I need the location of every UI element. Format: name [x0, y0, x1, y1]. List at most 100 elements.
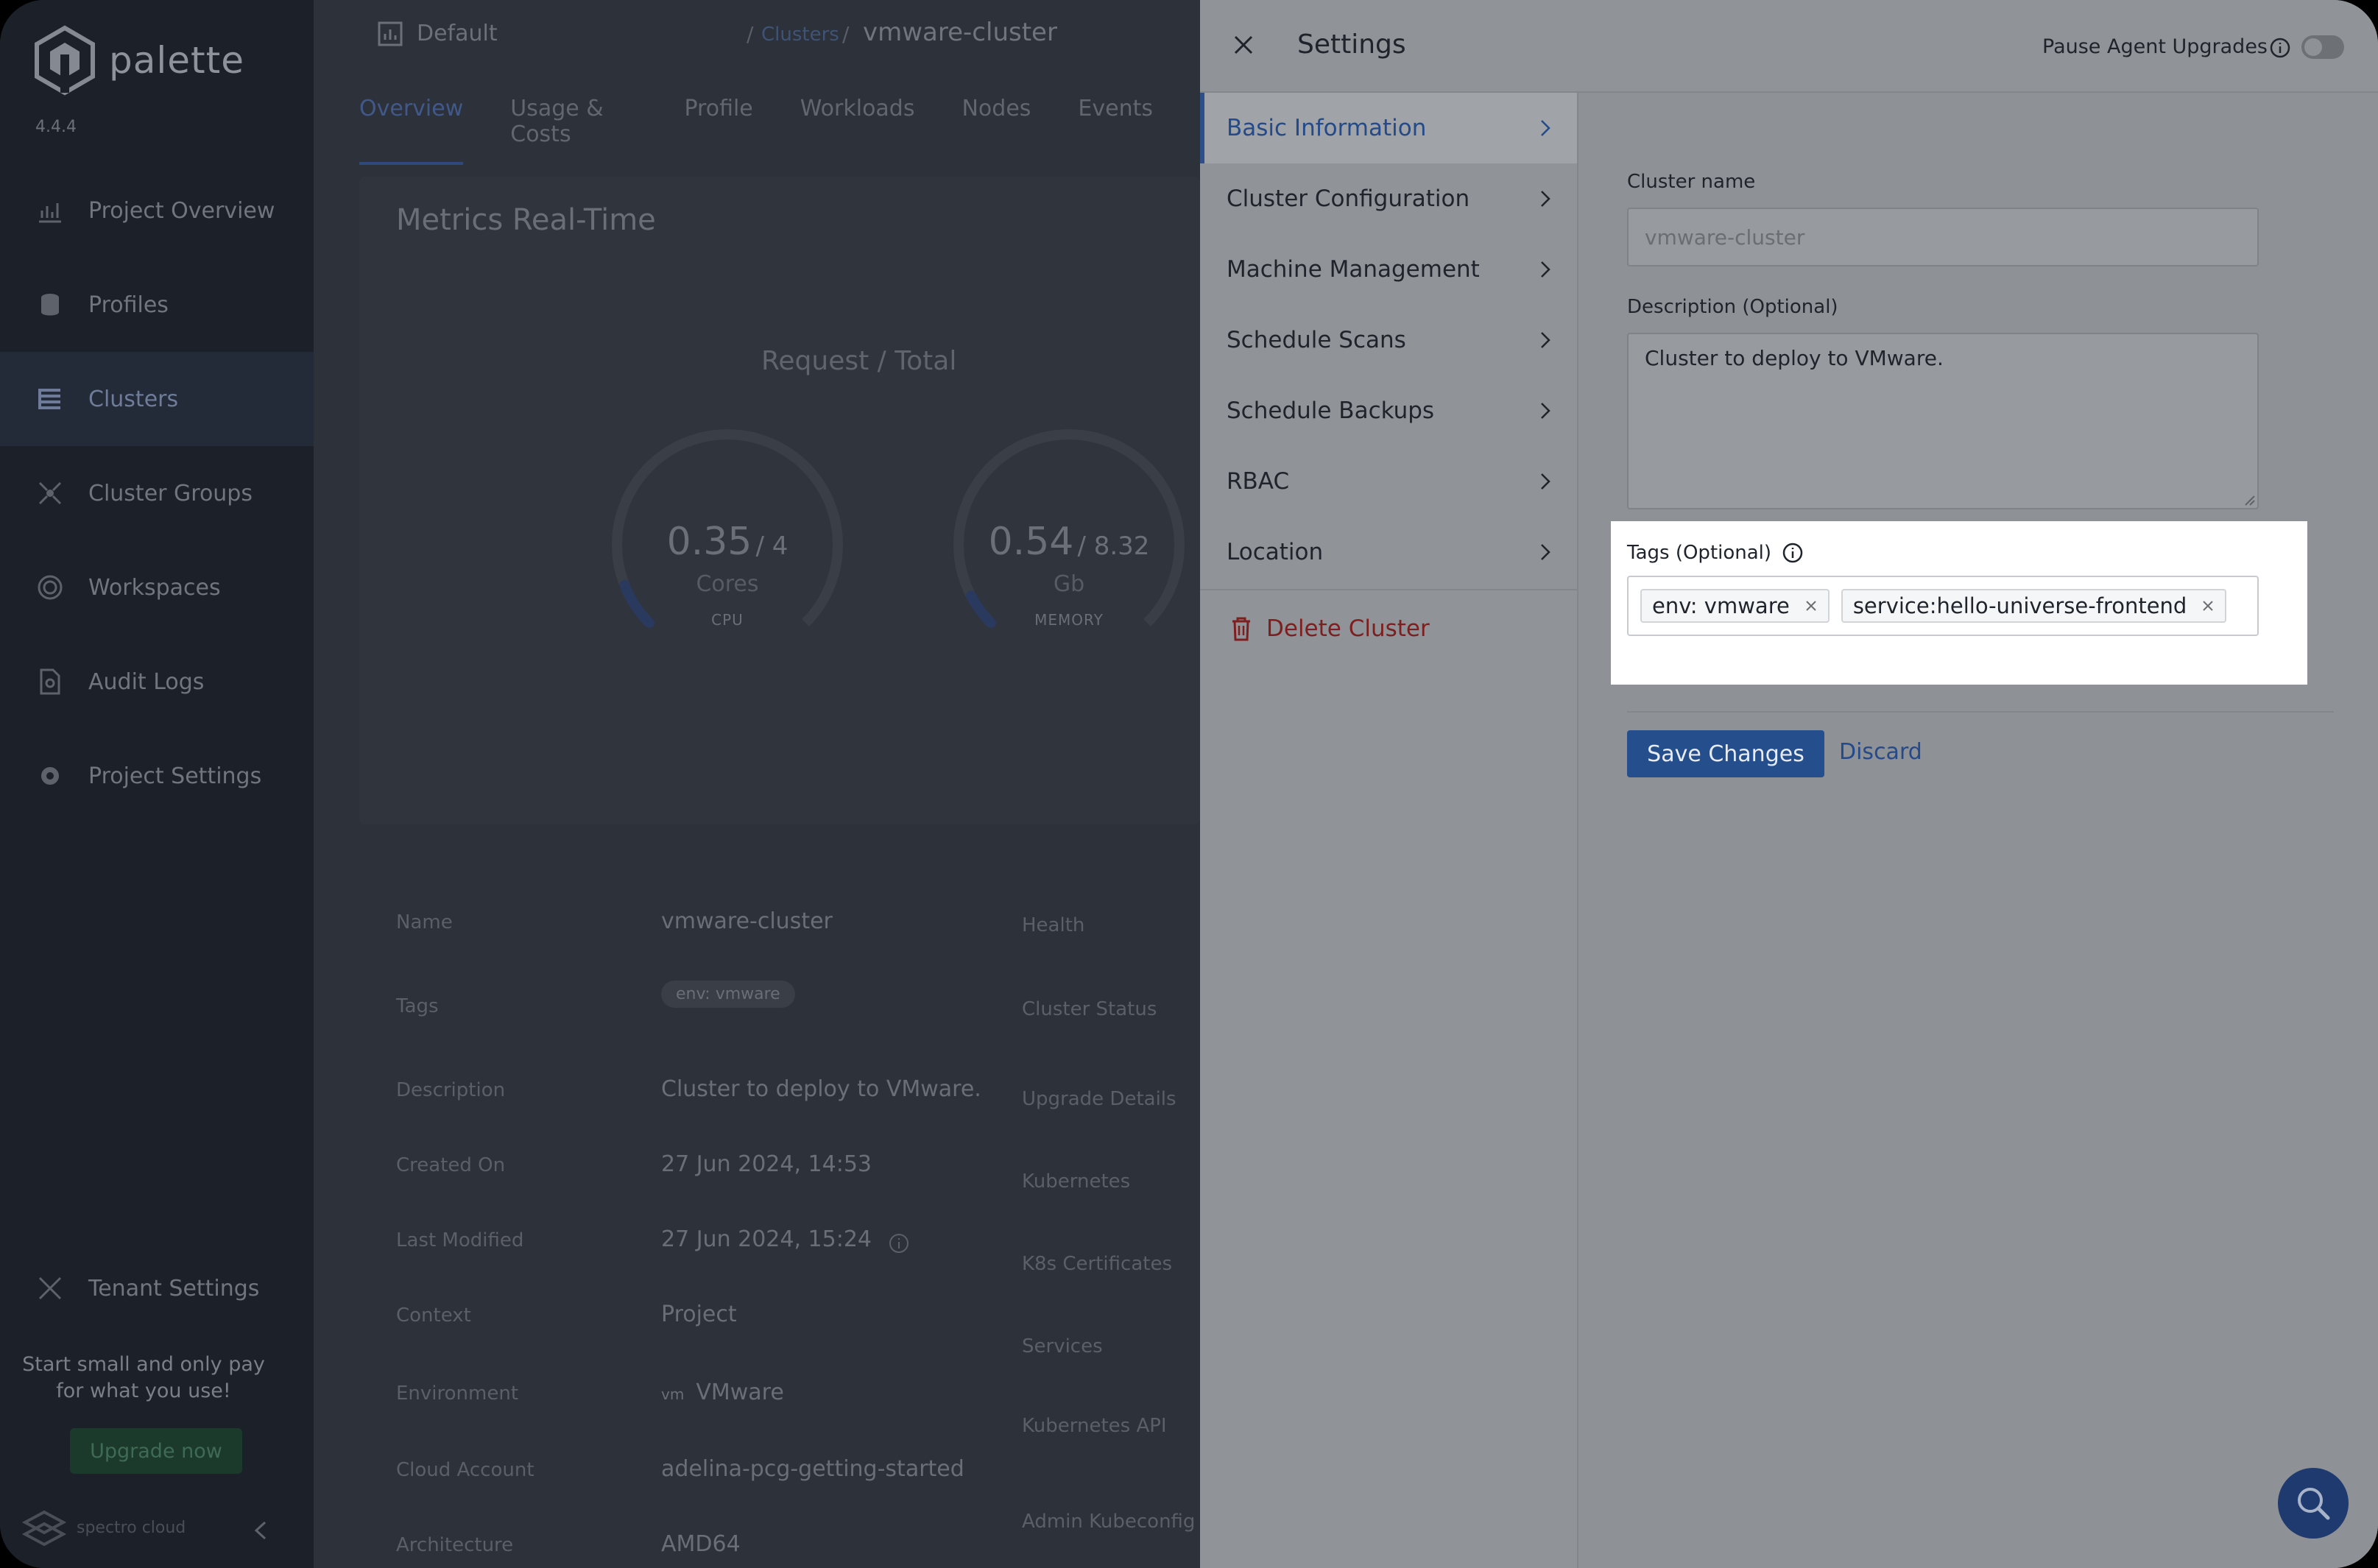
breadcrumb-current: vmware-cluster — [863, 18, 1057, 47]
detail-key: Context — [396, 1304, 471, 1327]
promo-line: for what you use! — [56, 1380, 231, 1402]
tag-chip-text: service:hello-universe-frontend — [1852, 593, 2187, 618]
menu-schedule-scans[interactable]: Schedule Scans — [1200, 305, 1577, 375]
version-label: 4.4.4 — [35, 118, 77, 136]
metrics-title: Metrics Real-Time — [396, 203, 656, 237]
detail-key-services: Services — [1022, 1335, 1103, 1357]
main-content: Default / Clusters / vmware-cluster Over… — [314, 0, 1213, 1568]
memory-value: 0.54 / 8.32 — [936, 520, 1202, 564]
menu-basic-information[interactable]: Basic Information — [1200, 93, 1577, 163]
tag-chip-text: env: vmware — [1652, 593, 1790, 618]
sidebar-item-profiles[interactable]: Profiles — [0, 258, 314, 352]
tab-overview[interactable]: Overview — [359, 96, 464, 165]
upgrade-button[interactable]: Upgrade now — [70, 1428, 242, 1474]
menu-location[interactable]: Location — [1200, 517, 1577, 587]
menu-label: RBAC — [1227, 468, 1290, 495]
description-input[interactable] — [1627, 333, 2259, 509]
project-selector[interactable]: Default — [417, 21, 498, 46]
request-total-label: Request / Total — [761, 346, 957, 376]
sidebar-item-label: Tenant Settings — [88, 1275, 260, 1302]
metrics-card: Metrics Real-Time Request / Total 0.35 /… — [359, 177, 1200, 824]
cpu-unit: Cores — [696, 571, 759, 597]
detail-value: adelina-pcg-getting-started — [661, 1456, 964, 1482]
chevron-right-icon — [1541, 403, 1550, 419]
info-icon[interactable] — [2269, 37, 2291, 59]
tags-label-row: Tags (Optional) — [1627, 542, 1804, 564]
detail-key: Name — [396, 911, 453, 933]
sidebar-item-project-settings[interactable]: Project Settings — [0, 729, 314, 823]
detail-row-tags: Tags env: vmware — [396, 981, 795, 1017]
info-icon[interactable] — [888, 1232, 910, 1254]
brand-name: palette — [109, 39, 245, 82]
info-icon[interactable] — [1782, 542, 1804, 564]
detail-key: Description — [396, 1079, 506, 1101]
tab-workloads[interactable]: Workloads — [800, 96, 915, 165]
chevron-left-icon[interactable] — [250, 1519, 272, 1541]
tab-events[interactable]: Events — [1078, 96, 1153, 165]
detail-row-created: Created On 27 Jun 2024, 14:53 — [396, 1151, 872, 1177]
sidebar-item-cluster-groups[interactable]: Cluster Groups — [0, 446, 314, 540]
menu-cluster-configuration[interactable]: Cluster Configuration — [1200, 163, 1577, 234]
sidebar-item-project-overview[interactable]: Project Overview — [0, 163, 314, 258]
pause-agent-upgrades-toggle[interactable] — [2301, 35, 2344, 59]
sidebar-item-tenant-settings[interactable]: Tenant Settings — [0, 1241, 314, 1335]
remove-tag-icon[interactable] — [1804, 599, 1818, 612]
detail-key-kubernetes-api: Kubernetes API — [1022, 1415, 1167, 1437]
delete-cluster-button[interactable]: Delete Cluster — [1229, 615, 1430, 642]
drawer-title: Settings — [1297, 29, 1406, 60]
menu-schedule-backups[interactable]: Schedule Backups — [1200, 375, 1577, 446]
sidebar-item-audit-logs[interactable]: Audit Logs — [0, 635, 314, 729]
detail-value: 27 Jun 2024, 14:53 — [661, 1151, 872, 1177]
cpu-total: / 4 — [755, 532, 788, 561]
cluster-tabs: Overview Usage & Costs Profile Workloads… — [359, 96, 1200, 165]
footer-brand: spectro cloud — [22, 1509, 186, 1546]
basic-information-form: Cluster name vmware-cluster Description … — [1580, 93, 2378, 1568]
tag-chip: service:hello-universe-frontend — [1841, 589, 2227, 623]
cluster-name-input[interactable]: vmware-cluster — [1627, 208, 2259, 266]
save-changes-button[interactable]: Save Changes — [1627, 730, 1824, 777]
detail-key-kubernetes: Kubernetes — [1022, 1170, 1131, 1193]
breadcrumb-clusters-link[interactable]: Clusters — [761, 24, 839, 46]
detail-row-cloud-account: Cloud Account adelina-pcg-getting-starte… — [396, 1456, 964, 1482]
description-label: Description (Optional) — [1627, 296, 1838, 318]
detail-value: Cluster to deploy to VMware. — [661, 1076, 981, 1102]
tab-usage-costs[interactable]: Usage & Costs — [510, 96, 637, 165]
sidebar-nav: Project Overview Profiles Clusters Clust… — [0, 163, 314, 823]
tab-nodes[interactable]: Nodes — [962, 96, 1031, 165]
close-icon[interactable] — [1231, 32, 1256, 57]
detail-key: Created On — [396, 1154, 506, 1176]
discard-button[interactable]: Discard — [1839, 739, 1922, 765]
sidebar-item-label: Clusters — [88, 386, 179, 412]
cpu-gauge: 0.35 / 4 Cores CPU — [595, 427, 860, 663]
memory-gauge: 0.54 / 8.32 Gb MEMORY — [936, 427, 1202, 663]
tags-section: Tags (Optional) env: vmware service:hell… — [1611, 521, 2307, 685]
pause-agent-upgrades-label: Pause Agent Upgrades — [2042, 35, 2268, 58]
resize-grip-icon[interactable] — [2243, 493, 2256, 506]
menu-label: Schedule Backups — [1227, 398, 1435, 424]
tags-input[interactable]: env: vmware service:hello-universe-front… — [1627, 576, 2259, 636]
sidebar-item-label: Project Settings — [88, 763, 262, 789]
detail-key-health: Health — [1022, 914, 1085, 936]
search-button[interactable] — [2278, 1468, 2349, 1539]
chart-icon — [39, 203, 61, 223]
menu-rbac[interactable]: RBAC — [1200, 446, 1577, 517]
brand-logo[interactable]: palette — [32, 25, 244, 96]
chevron-right-icon — [1541, 544, 1550, 560]
detail-row-description: Description Cluster to deploy to VMware. — [396, 1076, 981, 1102]
detail-value: Project — [661, 1302, 737, 1327]
tools-icon — [38, 1276, 62, 1300]
sidebar-item-clusters[interactable]: Clusters — [0, 352, 314, 446]
remove-tag-icon[interactable] — [2201, 599, 2215, 612]
detail-key: Last Modified — [396, 1229, 524, 1251]
toggle-knob — [2304, 38, 2322, 56]
delete-cluster-label: Delete Cluster — [1266, 615, 1430, 642]
menu-divider — [1200, 589, 1577, 590]
sidebar-item-label: Workspaces — [88, 574, 221, 601]
detail-row-name: Name vmware-cluster — [396, 908, 833, 934]
cpu-used: 0.35 — [666, 520, 752, 564]
tab-profile[interactable]: Profile — [684, 96, 752, 165]
sidebar-item-workspaces[interactable]: Workspaces — [0, 540, 314, 635]
detail-key-cluster-status: Cluster Status — [1022, 998, 1157, 1020]
menu-machine-management[interactable]: Machine Management — [1200, 234, 1577, 305]
chevron-right-icon — [1541, 120, 1550, 136]
